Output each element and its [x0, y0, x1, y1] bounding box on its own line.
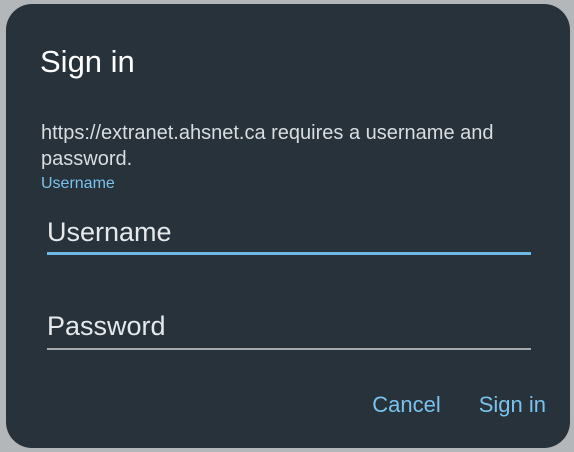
username-floating-label: Username	[41, 175, 115, 192]
username-underline	[47, 252, 531, 255]
username-field: Username	[41, 174, 531, 256]
username-input[interactable]	[47, 212, 531, 252]
dialog-actions: Cancel Sign in	[372, 388, 546, 422]
cancel-button[interactable]: Cancel	[372, 388, 440, 422]
sign-in-button[interactable]: Sign in	[479, 388, 546, 422]
dialog-message: https://extranet.ahsnet.ca requires a us…	[41, 122, 494, 170]
dialog-title: Sign in	[40, 44, 135, 79]
sign-in-dialog: Sign in https://extranet.ahsnet.ca requi…	[6, 4, 570, 448]
password-underline	[47, 348, 531, 350]
password-input[interactable]	[47, 306, 531, 346]
password-field	[47, 296, 531, 352]
